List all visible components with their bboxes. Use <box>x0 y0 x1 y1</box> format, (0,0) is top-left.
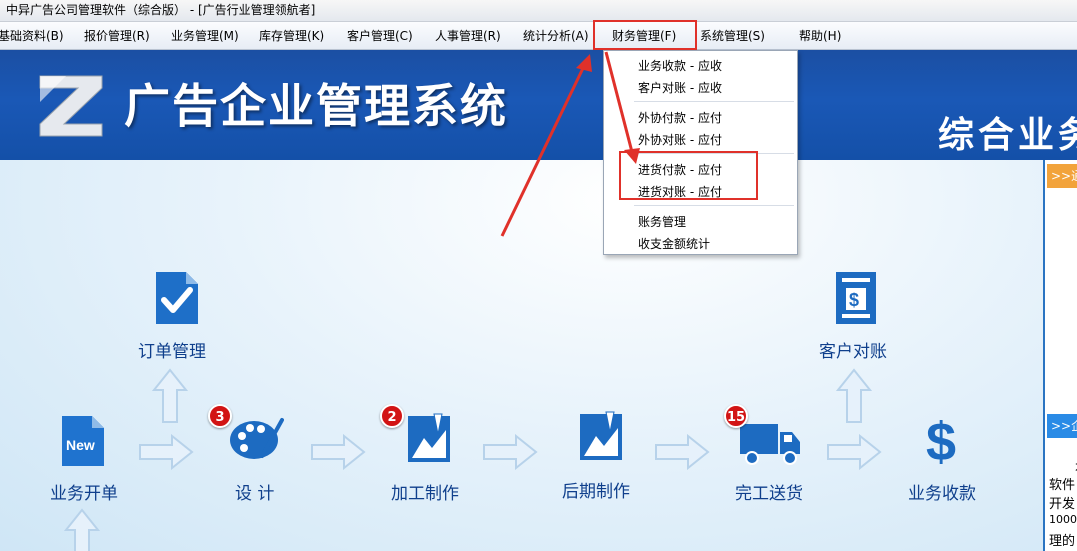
arrow-right-icon <box>827 434 882 470</box>
panel-text-line: 软件 <box>1049 478 1076 493</box>
processing-label[interactable]: 加工制作 <box>391 479 459 504</box>
new-order-icon[interactable]: New <box>60 414 106 468</box>
order-management-label[interactable]: 订单管理 <box>138 337 206 362</box>
palette-icon[interactable] <box>228 416 284 462</box>
design-label[interactable]: 设 计 <box>235 479 274 504</box>
menu-finance-management[interactable]: 财务管理(F) <box>612 22 676 50</box>
menu-item-outsource-payment[interactable]: 外协付款 - 应付 <box>638 109 722 126</box>
menu-separator <box>634 153 794 154</box>
menu-separator <box>634 101 794 102</box>
menu-statistics[interactable]: 统计分析(A) <box>523 22 589 50</box>
header-banner: 广告企业管理系统 综合业务 <box>0 50 1077 160</box>
arrow-right-icon <box>483 434 538 470</box>
post-production-label[interactable]: 后期制作 <box>562 477 630 502</box>
menu-item-purchase-reconcile[interactable]: 进货对账 - 应付 <box>638 183 722 200</box>
menu-customer-management[interactable]: 客户管理(C) <box>347 22 413 50</box>
statement-icon[interactable]: $ <box>834 270 878 326</box>
menu-hr-management[interactable]: 人事管理(R) <box>435 22 501 50</box>
menu-item-purchase-payment[interactable]: 进货付款 - 应付 <box>638 161 722 178</box>
design-count-badge: 3 <box>208 404 232 428</box>
menu-bar: 基础资料(B) 报价管理(R) 业务管理(M) 库存管理(K) 客户管理(C) … <box>0 22 1077 50</box>
arrow-right-icon <box>311 434 366 470</box>
menu-inventory-management[interactable]: 库存管理(K) <box>259 22 324 50</box>
menu-item-account-management[interactable]: 账务管理 <box>638 213 686 230</box>
menu-item-income-expense-stats[interactable]: 收支金额统计 <box>638 235 710 252</box>
svg-text:$: $ <box>849 290 859 310</box>
window-title: 中异广告公司管理软件（综合版） - [广告行业管理领航者] <box>6 3 316 17</box>
business-start-label[interactable]: 业务开单 <box>50 479 118 504</box>
menu-item-business-receipt[interactable]: 业务收款 - 应收 <box>638 57 722 74</box>
finance-dropdown-menu: 业务收款 - 应收 客户对账 - 应收 外协付款 - 应付 外协对账 - 应付 … <box>603 50 798 255</box>
arrow-right-icon <box>655 434 710 470</box>
banner-tagline: 综合业务 <box>938 115 1077 156</box>
post-production-icon[interactable] <box>578 410 624 462</box>
menu-item-outsource-reconcile[interactable]: 外协对账 - 应付 <box>638 131 722 148</box>
delivery-count-badge: 15 <box>724 404 748 428</box>
window-title-bar: 中异广告公司管理软件（综合版） - [广告行业管理领航者] <box>0 0 1077 22</box>
arrow-right-icon <box>139 434 194 470</box>
dollar-icon[interactable]: $ <box>922 412 966 466</box>
menu-basic-data[interactable]: 基础资料(B) <box>0 22 64 50</box>
menu-business-management[interactable]: 业务管理(M) <box>171 22 239 50</box>
menu-separator <box>634 205 794 206</box>
collection-label[interactable]: 业务收款 <box>908 479 976 504</box>
delivery-truck-icon[interactable] <box>738 420 802 468</box>
menu-item-customer-reconcile[interactable]: 客户对账 - 应收 <box>638 79 722 96</box>
banner-title: 广告企业管理系统 <box>124 79 508 133</box>
panel-text-line: 开发 <box>1049 497 1076 512</box>
notice-panel-header[interactable]: >>通 <box>1047 164 1077 188</box>
arrow-up-icon <box>152 368 188 423</box>
production-icon[interactable] <box>406 412 452 464</box>
panel-text-line: 1000 <box>1049 513 1077 526</box>
menu-help[interactable]: 帮助(H) <box>799 22 841 50</box>
panel-text-line: 理的 <box>1049 534 1076 549</box>
right-info-panel: >>通 >>企 本 软件 开发 1000 理的 <box>1043 160 1077 551</box>
company-panel-header[interactable]: >>企 <box>1047 414 1077 438</box>
new-icon-text: New <box>66 437 95 453</box>
arrow-up-icon <box>836 368 872 423</box>
processing-count-badge: 2 <box>380 404 404 428</box>
order-management-icon[interactable] <box>152 270 200 326</box>
delivery-label[interactable]: 完工送货 <box>735 479 803 504</box>
customer-reconcile-label[interactable]: 客户对账 <box>819 337 887 362</box>
svg-text:$: $ <box>926 412 956 466</box>
company-logo-icon <box>39 75 103 137</box>
menu-system-management[interactable]: 系统管理(S) <box>700 22 765 50</box>
arrow-up-bottom-icon <box>64 508 100 551</box>
menu-quote-management[interactable]: 报价管理(R) <box>84 22 150 50</box>
